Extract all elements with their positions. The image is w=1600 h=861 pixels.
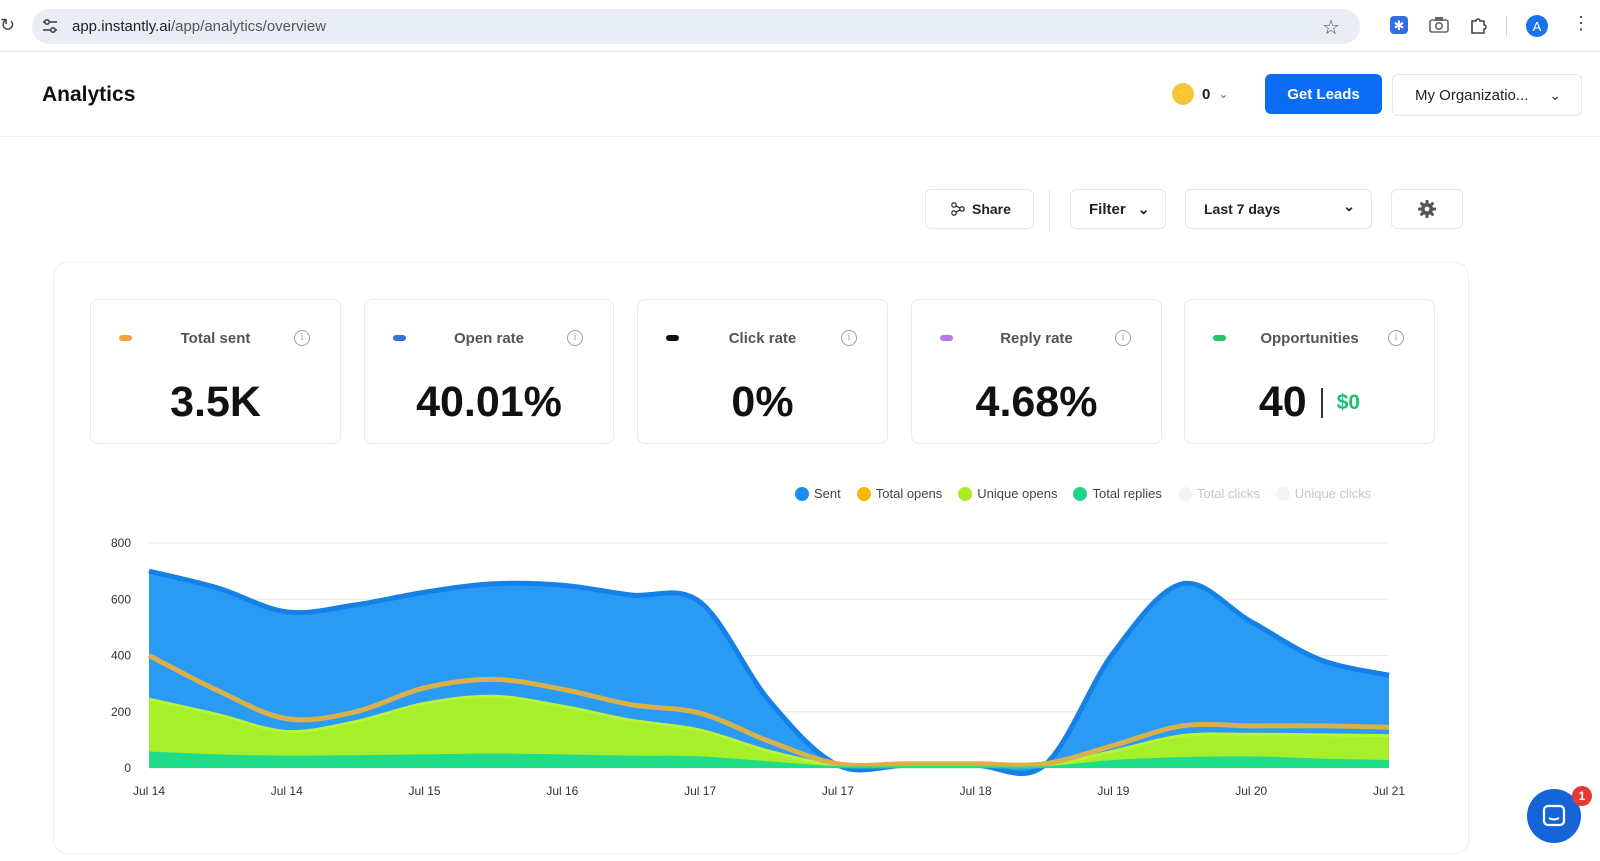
chevron-down-icon: ⌄: [1218, 87, 1229, 101]
camera-icon[interactable]: [1428, 14, 1450, 36]
organization-select[interactable]: My Organizatio... ⌄: [1392, 74, 1582, 116]
address-bar[interactable]: app.instantly.ai/app/analytics/overview …: [32, 9, 1360, 44]
opportunity-value: $0: [1336, 390, 1361, 414]
stat-card-reply-rate: Reply rate i 4.68%: [911, 299, 1162, 444]
legend-label: Unique opens: [977, 486, 1058, 501]
legend-label: Sent: [814, 486, 841, 501]
page-title: Analytics: [42, 83, 136, 106]
credits-dropdown[interactable]: ⚡ 0 ⌄: [1172, 83, 1228, 105]
toolbar-divider: [1506, 16, 1507, 36]
legend-dot: [856, 486, 871, 501]
legend-item-total-replies[interactable]: Total replies: [1073, 486, 1162, 501]
extensions-puzzle-icon[interactable]: [1468, 14, 1490, 36]
stat-value: 40.01%: [416, 378, 562, 426]
legend-dot: [1073, 486, 1088, 501]
legend-item-unique-clicks[interactable]: Unique clicks: [1275, 486, 1372, 501]
chevron-down-icon: ⌄: [1343, 198, 1355, 214]
credits-value: 0: [1202, 85, 1211, 103]
organization-label: My Organizatio...: [1415, 86, 1529, 104]
chart-legend: Sent Total opens Unique opens Total repl…: [795, 486, 1387, 501]
chevron-down-icon: ⌄: [1137, 200, 1150, 217]
browser-menu-icon[interactable]: ⋮: [1572, 13, 1590, 34]
share-label: Share: [972, 201, 1011, 217]
browser-toolbar: ↻ app.instantly.ai/app/analytics/overvie…: [0, 0, 1600, 52]
legend-dot: [795, 486, 809, 501]
stat-card-open-rate: Open rate i 40.01%: [364, 299, 614, 444]
bookmark-star-icon[interactable]: ☆: [1322, 15, 1340, 40]
date-range-select[interactable]: Last 7 days ⌄: [1185, 189, 1372, 229]
notification-badge: 1: [1572, 786, 1592, 806]
stat-value: 3.5K: [170, 378, 261, 426]
url-text: app.instantly.ai/app/analytics/overview: [72, 18, 327, 35]
legend-dot: [1177, 486, 1192, 501]
legend-label: Total replies: [1092, 486, 1162, 501]
stat-value: 0%: [731, 378, 794, 426]
settings-button[interactable]: [1391, 189, 1463, 229]
stat-card-click-rate: Click rate i 0%: [637, 299, 888, 444]
filter-label: Filter: [1089, 200, 1126, 218]
legend-label: Total clicks: [1196, 486, 1260, 501]
chevron-down-icon: ⌄: [1549, 87, 1561, 103]
lightning-icon: ⚡: [1172, 83, 1194, 105]
profile-avatar[interactable]: A: [1526, 15, 1548, 37]
extension-icon[interactable]: ✱: [1388, 14, 1410, 36]
site-settings-icon[interactable]: [41, 17, 59, 35]
legend-item-unique-opens[interactable]: Unique opens: [958, 486, 1057, 501]
toolbar-divider: [1049, 190, 1050, 230]
share-button[interactable]: Share: [925, 189, 1034, 229]
legend-label: Unique clicks: [1294, 486, 1372, 501]
stat-value: 4.68%: [975, 378, 1098, 426]
date-range-label: Last 7 days: [1204, 201, 1281, 217]
info-icon[interactable]: i: [567, 330, 583, 346]
reload-icon[interactable]: ↻: [0, 15, 15, 36]
svg-text:✱: ✱: [1394, 19, 1405, 34]
info-icon[interactable]: i: [294, 330, 310, 346]
legend-dot: [1275, 486, 1290, 501]
info-icon[interactable]: i: [1115, 330, 1131, 346]
share-icon: [951, 202, 965, 216]
get-leads-button[interactable]: Get Leads: [1265, 74, 1382, 114]
gear-icon: [1418, 200, 1436, 218]
stat-card-opportunities: Opportunities i 40 $0: [1184, 299, 1435, 444]
legend-item-total-clicks[interactable]: Total clicks: [1177, 486, 1260, 501]
info-icon[interactable]: i: [841, 330, 857, 346]
app-header: Analytics ⚡ 0 ⌄ Get Leads My Organizatio…: [0, 53, 1600, 137]
stat-value: 40: [1258, 378, 1307, 426]
legend-dot: [958, 486, 973, 501]
opportunities-values: 40 $0: [1185, 378, 1434, 427]
chat-icon: [1542, 804, 1566, 827]
stat-card-total-sent: Total sent i 3.5K: [90, 299, 341, 444]
filter-button[interactable]: Filter ⌄: [1070, 189, 1166, 229]
legend-item-total-opens[interactable]: Total opens: [856, 486, 943, 501]
value-divider: [1320, 387, 1323, 418]
legend-item-sent[interactable]: Sent: [795, 486, 841, 501]
legend-label: Total opens: [875, 486, 943, 501]
info-icon[interactable]: i: [1388, 330, 1404, 346]
